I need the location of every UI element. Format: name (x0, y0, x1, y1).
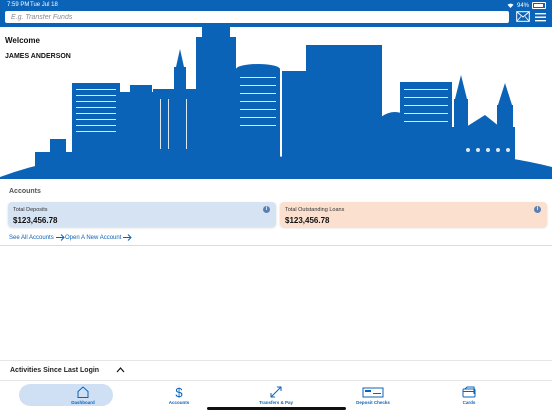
top-bar (0, 10, 552, 27)
activities-panel[interactable]: Activities Since Last Login (0, 360, 552, 380)
tab-cards[interactable]: Cards (419, 381, 519, 411)
svg-text:$: $ (175, 385, 183, 399)
status-bar: 7:59 PM Tue Jul 18 94% (0, 0, 552, 10)
section-divider (0, 245, 552, 246)
link-label: See All Accounts (9, 234, 54, 241)
total-loans-card[interactable]: Total Outstanding Loans $123,456.78 i (280, 202, 547, 227)
hamburger-menu-icon[interactable] (535, 12, 546, 22)
welcome-heading: Welcome (5, 36, 40, 45)
accounts-section-title: Accounts (9, 188, 41, 195)
transfer-arrows-icon (270, 386, 282, 398)
city-skyline-illustration (0, 27, 552, 179)
tab-label: Accounts (168, 400, 190, 405)
status-right: 94% (507, 2, 546, 9)
dollar-icon: $ (175, 385, 183, 399)
chevron-up-icon[interactable] (116, 366, 125, 373)
activities-label: Activities Since Last Login (10, 367, 100, 374)
open-new-account-link[interactable]: Open A New Account (65, 234, 133, 241)
arrow-right-icon (55, 234, 65, 241)
arrow-right-icon (123, 234, 133, 241)
tab-dashboard[interactable]: Dashboard (19, 381, 133, 411)
status-date: Tue Jul 18 (30, 2, 58, 8)
home-indicator (207, 407, 346, 410)
status-time: 7:59 PM (7, 2, 30, 8)
battery-percent: 94% (516, 2, 529, 9)
see-all-accounts-link[interactable]: See All Accounts (9, 234, 65, 241)
card-amount: $123,456.78 (13, 216, 58, 225)
info-icon[interactable]: i (534, 206, 541, 213)
link-label: Open A New Account (65, 234, 122, 241)
search-input[interactable] (5, 11, 509, 23)
info-icon[interactable]: i (263, 206, 270, 213)
battery-icon (532, 2, 546, 9)
card-amount: $123,456.78 (285, 216, 330, 225)
user-name: JAMES ANDERSON (5, 53, 71, 60)
tab-label: Deposit Checks (356, 400, 390, 405)
total-deposits-card[interactable]: Total Deposits $123,456.78 i (8, 202, 276, 227)
mail-icon[interactable] (516, 11, 530, 22)
card-label: Total Deposits (13, 207, 48, 213)
check-icon (362, 387, 384, 398)
card-label: Total Outstanding Loans (285, 207, 345, 213)
cards-icon (462, 386, 476, 398)
tab-label: Dashboard (71, 400, 95, 405)
tab-label: Cards (462, 400, 476, 405)
tab-label: Transfers & Pay (258, 400, 294, 405)
wifi-icon (507, 3, 514, 8)
home-icon (77, 386, 89, 398)
